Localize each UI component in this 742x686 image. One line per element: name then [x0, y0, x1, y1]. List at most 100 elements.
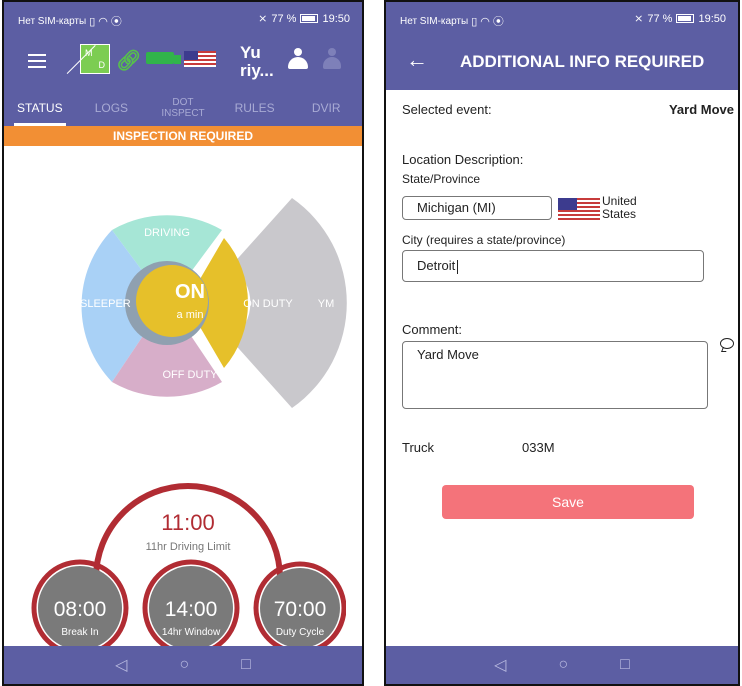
status-bar-right: ⨯ 77 % 19:50: [258, 12, 350, 26]
driving-limit-value: 11:00: [161, 510, 214, 535]
sim-icon: ▯: [471, 15, 478, 28]
break-in-label: Break In: [61, 627, 98, 638]
arrow-left-icon[interactable]: ←: [406, 47, 428, 73]
status-bar: Нет SIM-карты ▯ ◠ ⦿ ⨯ 77 % 19:50: [4, 2, 362, 34]
codriver-body: [323, 57, 341, 69]
break-in-gauge[interactable]: 08:00 Break In: [31, 559, 129, 650]
driver-name-line2: riy...: [240, 61, 274, 80]
status-bar-right: ⨯ 77 % 19:50: [634, 12, 726, 26]
driver-icon[interactable]: [286, 48, 310, 72]
state-province-label: State/Province: [402, 172, 481, 186]
mute-icon: ⨯: [634, 13, 644, 25]
battery-icon: [676, 14, 695, 23]
comment-field[interactable]: Yard Move: [402, 341, 708, 409]
window-14hr-label: 14hr Window: [162, 627, 221, 638]
nav-recent-icon[interactable]: □: [620, 656, 630, 674]
nav-home-icon[interactable]: ○: [179, 656, 189, 674]
status-screen: Нет SIM-карты ▯ ◠ ⦿ ⨯ 77 % 19:50 M D 🔗︎ …: [2, 0, 364, 686]
save-button[interactable]: Save: [442, 485, 694, 519]
md-logo-icon[interactable]: M D: [66, 44, 110, 74]
tab-dot-inspect[interactable]: DOT INSPECT: [147, 90, 219, 126]
driver-body: [288, 57, 308, 69]
truck-icon[interactable]: [146, 52, 181, 64]
us-flag-icon: [558, 198, 600, 220]
status-bar: Нет SIM-карты ▯ ◠ ⦿ ⨯ 77 % 19:50: [386, 2, 738, 34]
inspection-required-banner[interactable]: INSPECTION REQUIRED: [4, 126, 362, 146]
tab-status[interactable]: STATUS: [4, 90, 76, 126]
comment-bubble-icon[interactable]: [720, 338, 734, 349]
status-bar-left: Нет SIM-карты ▯ ◠ ⦿: [18, 13, 122, 29]
window-14hr-gauge[interactable]: 14:00 14hr Window: [142, 559, 240, 650]
driving-limit-label: 11hr Driving Limit: [146, 541, 231, 553]
app-bar: M D 🔗︎ Yu riy...: [4, 34, 362, 90]
status-bar-left: Нет SIM-карты ▯ ◠ ⦿: [400, 13, 504, 29]
duty-cycle-gauge[interactable]: 70:00 Duty Cycle: [253, 561, 346, 650]
wifi-icon: ◠: [480, 15, 490, 28]
battery-percent: 77 %: [647, 12, 673, 25]
sim-icon: ▯: [89, 15, 96, 28]
battery-percent: 77 %: [271, 12, 297, 25]
city-field[interactable]: Detroit: [402, 250, 704, 282]
tab-logs[interactable]: LOGS: [76, 90, 148, 126]
app-bar: ← ADDITIONAL INFO REQUIRED: [386, 34, 738, 90]
flag-canton: [558, 198, 577, 211]
truck-value: 033M: [522, 440, 555, 455]
mute-icon: ⨯: [258, 13, 268, 25]
duty-status-wheel: DRIVING SLEEPER ON DUTY OFF DUTY YM ON a…: [80, 198, 347, 408]
off-duty-label: OFF DUTY: [163, 369, 219, 381]
state-province-field[interactable]: Michigan (MI): [402, 196, 552, 220]
carrier-text: Нет SIM-карты: [18, 15, 87, 27]
city-label: City (requires a state/province): [402, 233, 566, 247]
link-icon[interactable]: 🔗︎: [116, 48, 141, 73]
hamburger-icon[interactable]: [28, 54, 46, 68]
location-icon: ⦿: [492, 16, 504, 28]
codriver-icon[interactable]: [320, 48, 344, 72]
driver-name[interactable]: Yu riy...: [240, 44, 274, 80]
tab-dot-inspect-line2: INSPECT: [161, 108, 205, 119]
logo-letter-d: D: [98, 60, 106, 70]
selected-event-label: Selected event:: [402, 102, 492, 117]
page-title: ADDITIONAL INFO REQUIRED: [460, 52, 705, 71]
country-name[interactable]: United States: [602, 195, 637, 221]
on-duty-label: ON DUTY: [243, 298, 293, 310]
hos-gauges: 11:00 11hr Driving Limit 08:00 Break In …: [31, 483, 346, 650]
location-icon: ⦿: [110, 16, 122, 28]
ym-label: YM: [318, 298, 335, 310]
additional-info-screen: Нет SIM-карты ▯ ◠ ⦿ ⨯ 77 % 19:50 ← ADDIT…: [384, 0, 740, 686]
current-status-duration: a min: [177, 309, 204, 321]
nav-home-icon[interactable]: ○: [558, 656, 568, 674]
wifi-icon: ◠: [98, 15, 108, 28]
comment-label: Comment:: [402, 322, 462, 337]
location-description-label: Location Description:: [402, 152, 524, 167]
driver-name-line1: Yu: [240, 43, 261, 62]
codriver-head: [328, 48, 336, 56]
city-value: Detroit: [417, 258, 456, 273]
break-in-value: 08:00: [54, 598, 107, 621]
window-14hr-value: 14:00: [165, 598, 218, 621]
tab-dot-inspect-line1: DOT: [172, 97, 194, 108]
duty-cycle-label: Duty Cycle: [276, 627, 325, 638]
tab-bar: STATUS LOGS DOT INSPECT RULES DVIR: [4, 90, 362, 126]
nav-back-icon[interactable]: ◁: [494, 655, 506, 675]
clock: 19:50: [698, 12, 726, 25]
selected-event-value: Yard Move: [668, 102, 734, 117]
text-caret: [457, 259, 459, 274]
truck-label: Truck: [402, 440, 435, 455]
country-line2: States: [602, 207, 637, 221]
us-flag-icon[interactable]: [184, 51, 216, 67]
duty-cycle-value: 70:00: [274, 598, 327, 621]
system-nav-bar: ◁ ○ □: [386, 646, 738, 684]
clock: 19:50: [322, 12, 350, 25]
tab-rules[interactable]: RULES: [219, 90, 291, 126]
driving-label: DRIVING: [144, 227, 190, 239]
logo-divider: [66, 45, 96, 74]
nav-back-icon[interactable]: ◁: [115, 655, 127, 675]
system-nav-bar: ◁ ○ □: [4, 646, 362, 684]
driver-head: [294, 48, 302, 56]
sleeper-label: SLEEPER: [80, 298, 131, 310]
battery-icon: [300, 14, 319, 23]
current-status-text: ON: [175, 281, 205, 303]
flag-canton: [184, 51, 199, 60]
nav-recent-icon[interactable]: □: [241, 656, 251, 674]
tab-dvir[interactable]: DVIR: [290, 90, 362, 126]
